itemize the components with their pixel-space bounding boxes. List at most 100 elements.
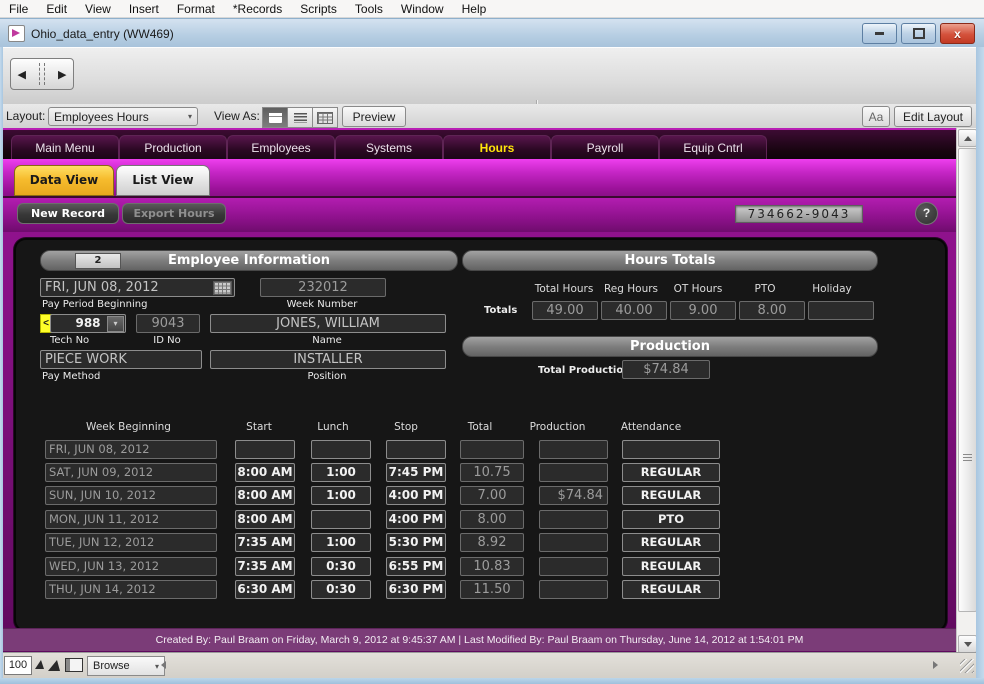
preview-button[interactable]: Preview — [342, 106, 406, 127]
tab-payroll[interactable]: Payroll — [551, 135, 659, 161]
attendance-cell[interactable]: PTO — [622, 510, 720, 529]
scroll-down-button[interactable] — [958, 635, 977, 653]
menu-records[interactable]: *Records — [224, 2, 291, 16]
minimize-button[interactable] — [862, 23, 897, 44]
phone-field[interactable]: 734662-9043 — [735, 205, 863, 223]
formatting-bar-button[interactable]: Aa — [862, 106, 890, 127]
menu-help[interactable]: Help — [453, 2, 496, 16]
week-cell[interactable]: TUE, JUN 12, 2012 — [45, 533, 217, 552]
resize-grip[interactable] — [960, 659, 974, 673]
total-production-value[interactable]: $74.84 — [622, 360, 710, 379]
position-field[interactable]: INSTALLER — [210, 350, 446, 369]
attendance-cell[interactable]: REGULAR — [622, 463, 720, 482]
mode-selector[interactable]: Browse ▾ — [87, 656, 165, 676]
stop-cell[interactable] — [386, 440, 446, 459]
reg-hours-value[interactable]: 40.00 — [601, 301, 667, 320]
stop-cell[interactable]: 4:00 PM — [386, 510, 446, 529]
menu-file[interactable]: File — [0, 2, 37, 16]
pay-method-field[interactable]: PIECE WORK — [40, 350, 202, 369]
week-number-field[interactable]: 232012 — [260, 278, 386, 297]
start-cell[interactable]: 8:00 AM — [235, 486, 295, 505]
scroll-up-button[interactable] — [958, 129, 977, 147]
attendance-cell[interactable]: REGULAR — [622, 557, 720, 576]
stop-cell[interactable]: 6:55 PM — [386, 557, 446, 576]
menu-insert[interactable]: Insert — [120, 2, 168, 16]
tab-list-view[interactable]: List View — [116, 165, 210, 196]
zoom-in-icon[interactable] — [48, 660, 60, 671]
attendance-cell[interactable]: REGULAR — [622, 580, 720, 599]
calendar-icon[interactable] — [213, 281, 232, 295]
attendance-cell[interactable]: REGULAR — [622, 533, 720, 552]
tech-no-field[interactable]: 988 ▾ — [50, 314, 126, 333]
menu-window[interactable]: Window — [392, 2, 453, 16]
tab-equip-cntrl[interactable]: Equip Cntrl — [659, 135, 767, 161]
record-navigation-book[interactable]: ◀ ▶ — [10, 58, 74, 90]
tech-no-dropdown-icon[interactable]: ▾ — [107, 316, 124, 332]
lunch-cell[interactable]: 1:00 — [311, 486, 371, 505]
week-cell[interactable]: SUN, JUN 10, 2012 — [45, 486, 217, 505]
start-cell[interactable]: 8:00 AM — [235, 463, 295, 482]
menu-scripts[interactable]: Scripts — [291, 2, 346, 16]
week-cell[interactable]: MON, JUN 11, 2012 — [45, 510, 217, 529]
close-button[interactable]: x — [940, 23, 975, 44]
view-as-list-button[interactable] — [287, 107, 313, 128]
week-cell[interactable]: THU, JUN 14, 2012 — [45, 580, 217, 599]
scrollbar-thumb[interactable] — [958, 148, 977, 612]
tab-systems[interactable]: Systems — [335, 135, 443, 161]
view-as-table-button[interactable] — [312, 107, 338, 128]
lunch-cell[interactable] — [311, 440, 371, 459]
start-cell[interactable]: 6:30 AM — [235, 580, 295, 599]
edit-layout-button[interactable]: Edit Layout — [894, 106, 972, 127]
menu-edit[interactable]: Edit — [37, 2, 76, 16]
restore-button[interactable] — [901, 23, 936, 44]
ot-hours-value[interactable]: 9.00 — [670, 301, 736, 320]
hscroll-left-icon[interactable] — [161, 661, 166, 669]
week-cell[interactable]: WED, JUN 13, 2012 — [45, 557, 217, 576]
lunch-cell[interactable]: 0:30 — [311, 580, 371, 599]
lunch-cell[interactable]: 0:30 — [311, 557, 371, 576]
start-cell[interactable]: 7:35 AM — [235, 557, 295, 576]
attendance-cell[interactable]: REGULAR — [622, 486, 720, 505]
bottom-status-bar: 100 Browse ▾ — [3, 652, 976, 679]
id-no-field[interactable]: 9043 — [136, 314, 200, 333]
zoom-level-box[interactable]: 100 — [4, 656, 32, 675]
record-metadata-footer: Created By: Paul Braam on Friday, March … — [3, 628, 956, 651]
menu-tools[interactable]: Tools — [346, 2, 392, 16]
help-button[interactable]: ? — [915, 202, 938, 225]
lunch-cell[interactable]: 1:00 — [311, 463, 371, 482]
holiday-value[interactable] — [808, 301, 874, 320]
vertical-scrollbar[interactable] — [956, 128, 977, 652]
lunch-cell[interactable] — [311, 510, 371, 529]
menu-format[interactable]: Format — [168, 2, 224, 16]
total-hours-value[interactable]: 49.00 — [532, 301, 598, 320]
pto-value[interactable]: 8.00 — [739, 301, 805, 320]
week-cell[interactable]: FRI, JUN 08, 2012 — [45, 440, 217, 459]
previous-record-icon[interactable]: ◀ — [18, 68, 26, 81]
view-as-form-button[interactable] — [262, 107, 288, 128]
layout-content: Main Menu Production Employees Systems H… — [3, 128, 956, 652]
start-cell[interactable]: 8:00 AM — [235, 510, 295, 529]
menu-view[interactable]: View — [76, 2, 120, 16]
tab-employees[interactable]: Employees — [227, 135, 335, 161]
name-field[interactable]: JONES, WILLIAM — [210, 314, 446, 333]
tab-data-view[interactable]: Data View — [14, 165, 114, 196]
layout-selector[interactable]: Employees Hours ▾ — [48, 107, 198, 126]
toggle-status-toolbar-icon[interactable] — [65, 658, 83, 672]
hscroll-right-icon[interactable] — [933, 661, 938, 669]
pay-period-field[interactable]: FRI, JUN 08, 2012 — [40, 278, 235, 297]
zoom-out-icon[interactable] — [35, 660, 44, 669]
next-record-icon[interactable]: ▶ — [58, 68, 66, 81]
start-cell[interactable]: 7:35 AM — [235, 533, 295, 552]
attendance-cell[interactable] — [622, 440, 720, 459]
stop-cell[interactable]: 4:00 PM — [386, 486, 446, 505]
stop-cell[interactable]: 6:30 PM — [386, 580, 446, 599]
lunch-cell[interactable]: 1:00 — [311, 533, 371, 552]
start-cell[interactable] — [235, 440, 295, 459]
week-cell[interactable]: SAT, JUN 09, 2012 — [45, 463, 217, 482]
stop-cell[interactable]: 7:45 PM — [386, 463, 446, 482]
new-record-button[interactable]: New Record — [17, 203, 119, 224]
tab-main-menu[interactable]: Main Menu — [11, 135, 119, 161]
stop-cell[interactable]: 5:30 PM — [386, 533, 446, 552]
tab-production[interactable]: Production — [119, 135, 227, 161]
tab-hours[interactable]: Hours — [443, 135, 551, 161]
